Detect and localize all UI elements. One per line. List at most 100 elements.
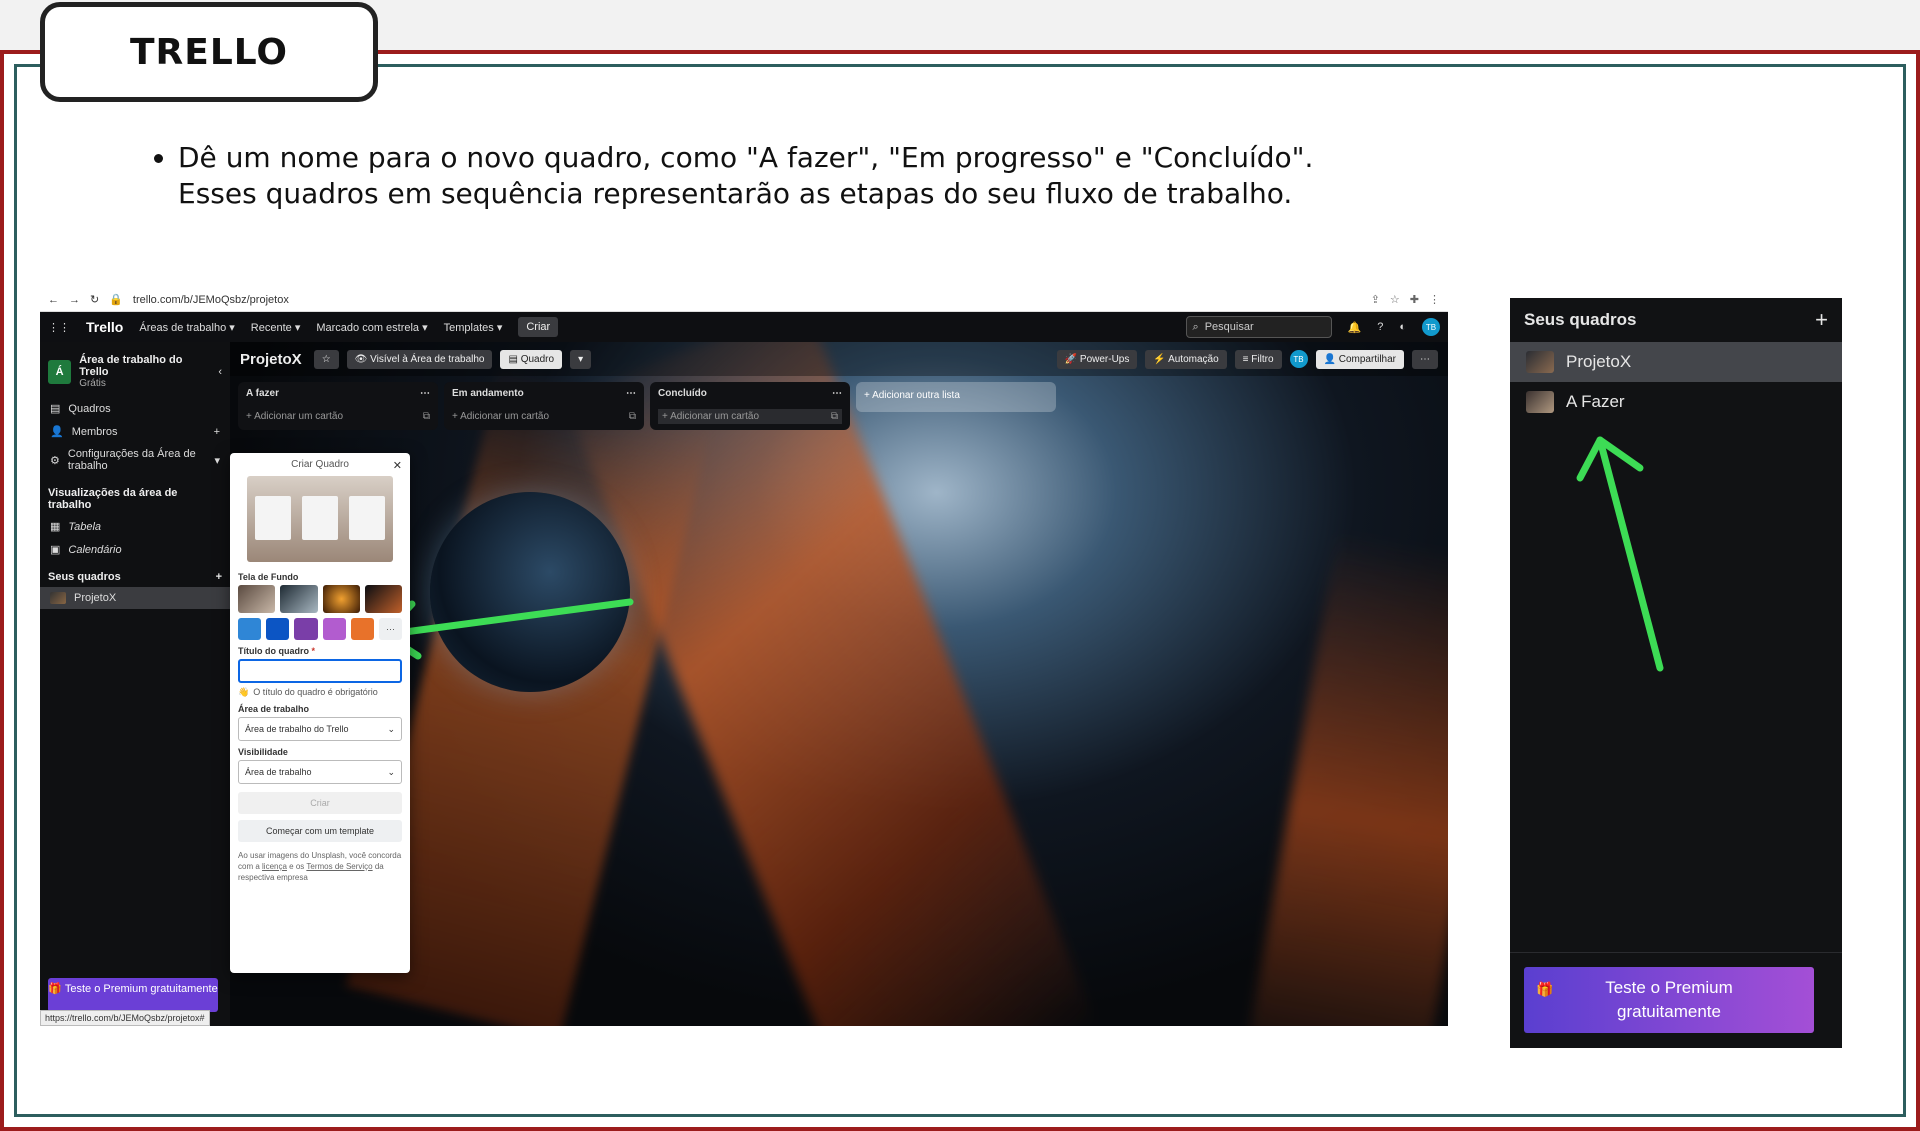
close-icon[interactable]: ✕ <box>393 459 402 472</box>
workspace-select[interactable]: Área de trabalho do Trello ⌄ <box>238 717 402 741</box>
board-title-input[interactable] <box>238 659 402 683</box>
premium-trial-button[interactable]: 🎁 Teste o Premium gratuitamente <box>1524 967 1814 1033</box>
background-color-option[interactable] <box>294 618 318 640</box>
template-icon[interactable]: ⧉ <box>423 411 430 422</box>
boards-panel-zoom: Seus quadros + ProjetoX A Fazer 🎁 Teste o… <box>1510 298 1842 1048</box>
workspace-header[interactable]: Á Área de trabalho do Trello Grátis ‹ <box>40 342 230 397</box>
more-backgrounds-icon[interactable]: ⋯ <box>378 618 403 640</box>
add-member-icon[interactable]: + <box>214 426 220 438</box>
sidebar-item-boards[interactable]: ▤ Quadros <box>40 397 230 420</box>
board-lists: A fazer ⋯ + Adicionar um cartão ⧉ Em andam… <box>238 382 1056 430</box>
star-board-icon[interactable]: ☆ <box>313 349 339 369</box>
theme-icon[interactable]: ◐ <box>1399 321 1406 333</box>
template-icon[interactable]: ⧉ <box>629 411 636 422</box>
help-icon[interactable]: ? <box>1377 321 1383 333</box>
status-url: https://trello.com/b/JEMoQsbz/projetox# <box>40 1010 210 1026</box>
terms-link[interactable]: Termos de Serviço <box>306 862 372 871</box>
sidebar-item-members[interactable]: 👤 Membros + <box>40 420 230 443</box>
chevron-down-icon: ▾ <box>214 454 220 467</box>
add-card-button[interactable]: + Adicionar um cartão ⧉ <box>452 409 636 424</box>
workspace-badge: Á <box>48 359 72 384</box>
list-menu-icon[interactable]: ⋯ <box>626 388 636 399</box>
trello-logo[interactable]: Trello <box>86 319 123 335</box>
background-color-option[interactable] <box>350 618 374 640</box>
search-icon: ⌕ <box>1192 320 1199 333</box>
slide-bullet: Dê um nome para o novo quadro, como "A f… <box>150 140 1450 212</box>
address-bar[interactable]: trello.com/b/JEMoQsbz/projetox <box>133 294 1361 306</box>
warning-icon: 👋 <box>238 687 250 697</box>
browser-bar: ← → ↻ 🔒 trello.com/b/JEMoQsbz/projetox ⇪… <box>40 288 1448 312</box>
background-color-option[interactable] <box>238 618 262 640</box>
table-icon: ▦ <box>50 521 61 533</box>
gear-icon: ⚙ <box>50 454 60 467</box>
board-canvas: ProjetoX ☆ 👁 Visível à Área de trabalho … <box>230 342 1448 1026</box>
background-image-option[interactable] <box>322 585 360 613</box>
nav-templates[interactable]: Templates ▾ <box>444 321 503 334</box>
forward-icon[interactable]: → <box>69 294 80 306</box>
nav-recent[interactable]: Recente ▾ <box>251 321 301 334</box>
popover-title: Criar Quadro <box>291 459 349 470</box>
search-input[interactable]: ⌕ Pesquisar <box>1185 316 1332 338</box>
sidebar-item-table[interactable]: ▦ Tabela <box>40 515 230 538</box>
nebula-flame <box>1240 530 1448 1026</box>
list-menu-icon[interactable]: ⋯ <box>420 388 430 399</box>
template-icon[interactable]: ⧉ <box>831 411 838 422</box>
list-column: Em andamento ⋯ + Adicionar um cartão ⧉ <box>444 382 644 430</box>
sidebar-item-projetox[interactable]: ProjetoX <box>40 587 230 609</box>
more-options-icon[interactable]: ⋯ <box>1412 349 1438 369</box>
back-icon[interactable]: ← <box>48 294 59 306</box>
nav-starred[interactable]: Marcado com estrela ▾ <box>316 321 427 334</box>
add-card-button[interactable]: + Adicionar um cartão ⧉ <box>246 409 430 424</box>
panel-footer: 🎁 Teste o Premium gratuitamente <box>1510 952 1842 1048</box>
share-button[interactable]: 👤 Compartilhar <box>1315 349 1404 369</box>
powerups-button[interactable]: 🚀 Power-Ups <box>1056 349 1138 369</box>
member-avatar[interactable]: TB <box>1289 350 1308 368</box>
sidebar-item-settings[interactable]: ⚙ Configurações da Área de trabalho ▾ <box>40 443 230 477</box>
start-with-template-button[interactable]: Começar com um template <box>238 820 402 842</box>
list-title[interactable]: Em andamento <box>452 388 524 399</box>
add-board-icon[interactable]: + <box>1815 307 1828 333</box>
filter-button[interactable]: ≡ Filtro <box>1234 349 1282 369</box>
visibility-select[interactable]: Área de trabalho ⌄ <box>238 760 402 784</box>
nav-workspaces[interactable]: Áreas de trabalho ▾ <box>139 321 234 334</box>
automation-button[interactable]: ⚡ Automação <box>1145 349 1227 369</box>
view-dropdown-icon[interactable]: ▾ <box>570 349 592 369</box>
background-color-option[interactable] <box>266 618 290 640</box>
create-button[interactable]: Criar <box>518 317 559 337</box>
background-image-option[interactable] <box>238 585 276 613</box>
avatar[interactable]: TB <box>1422 318 1440 336</box>
chevron-down-icon: ⌄ <box>387 766 395 777</box>
background-image-option[interactable] <box>364 585 402 613</box>
members-icon: 👤 <box>50 426 64 438</box>
views-header: Visualizações da área de trabalho <box>48 487 178 511</box>
visibility-button[interactable]: 👁 Visível à Área de trabalho <box>346 349 493 369</box>
list-menu-icon[interactable]: ⋯ <box>832 388 842 399</box>
board-view-button[interactable]: ▤ Quadro <box>500 349 563 369</box>
bullet-line-1: Dê um nome para o novo quadro, como "A f… <box>178 141 1314 174</box>
list-title[interactable]: Concluído <box>658 388 707 399</box>
background-color-option[interactable] <box>322 618 346 640</box>
notifications-icon[interactable]: 🔔 <box>1348 321 1362 334</box>
collapse-sidebar-icon[interactable]: ‹ <box>218 366 222 378</box>
add-list-button[interactable]: + Adicionar outra lista <box>856 382 1056 412</box>
premium-trial-button[interactable]: 🎁 Teste o Premium gratuitamente <box>48 978 218 1012</box>
unsplash-legal-text: Ao usar imagens do Unsplash, você concor… <box>238 851 402 882</box>
title-required-warning: 👋 O título do quadro é obrigatório <box>238 687 378 697</box>
menu-icon[interactable]: ⋮ <box>1429 293 1440 306</box>
create-board-button[interactable]: Criar <box>238 792 402 814</box>
board-name[interactable]: ProjetoX <box>240 351 302 368</box>
add-card-button[interactable]: + Adicionar um cartão ⧉ <box>658 409 842 424</box>
panel-board-a-fazer[interactable]: A Fazer <box>1510 382 1842 422</box>
star-icon[interactable]: ☆ <box>1390 293 1400 306</box>
add-board-icon[interactable]: + <box>216 571 222 583</box>
planet-orb <box>430 492 630 692</box>
panel-board-projetox[interactable]: ProjetoX <box>1510 342 1842 382</box>
background-image-option[interactable] <box>280 585 318 613</box>
sidebar-item-calendar[interactable]: ▣ Calendário <box>40 538 230 561</box>
apps-grid-icon[interactable]: ⋮⋮ <box>48 321 70 334</box>
share-icon[interactable]: ⇪ <box>1371 293 1380 306</box>
list-title[interactable]: A fazer <box>246 388 279 399</box>
extensions-icon[interactable]: ✚ <box>1410 293 1419 306</box>
license-link[interactable]: licença <box>262 862 287 871</box>
reload-icon[interactable]: ↻ <box>90 293 99 306</box>
